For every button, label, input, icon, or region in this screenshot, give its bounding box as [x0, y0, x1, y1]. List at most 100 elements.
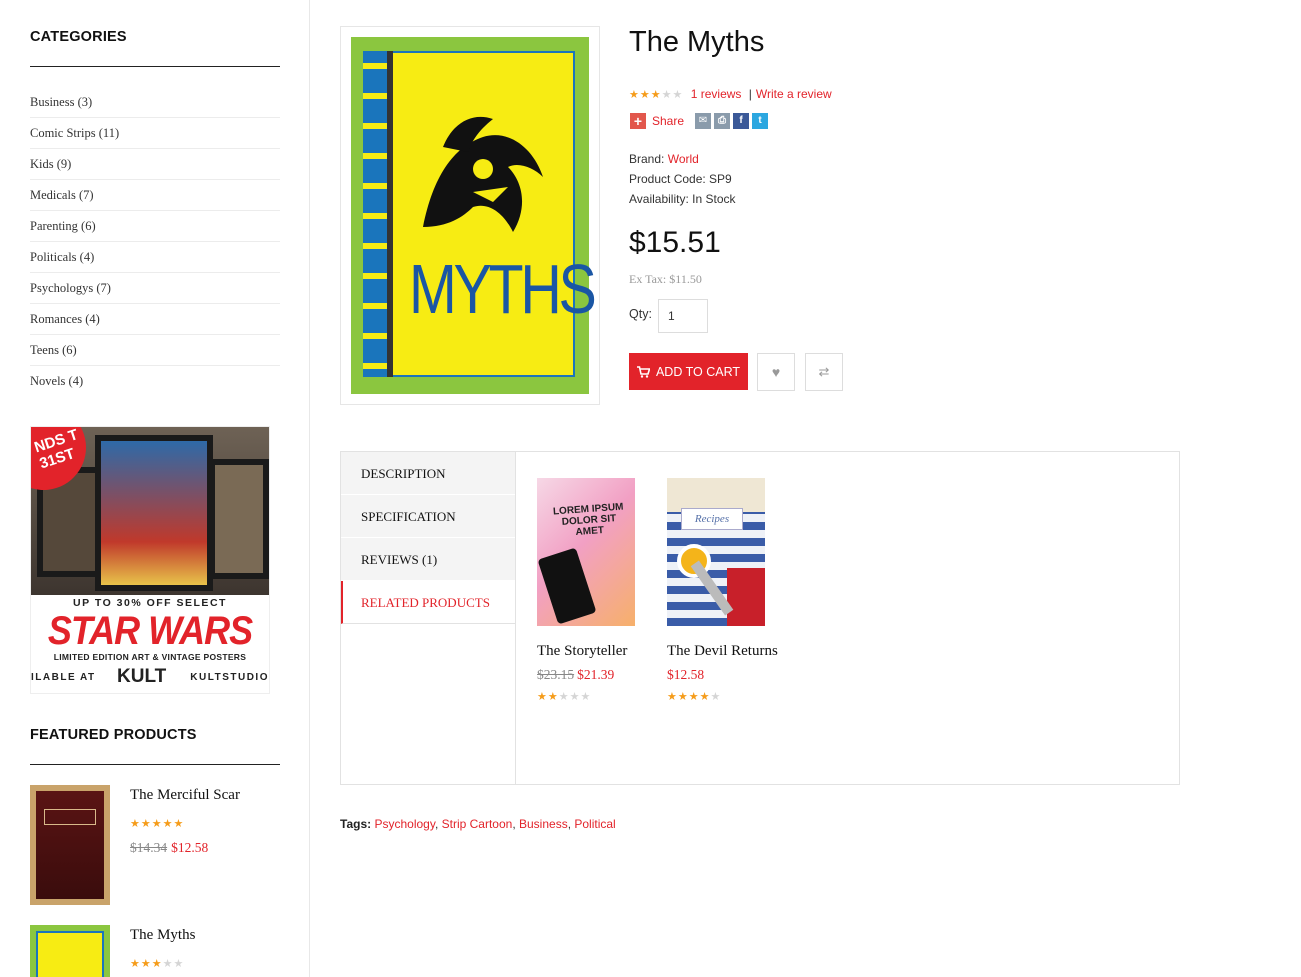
star-filled-icon: ★ [677, 691, 689, 703]
star-empty-icon: ★ [710, 691, 722, 703]
star-filled-icon: ★ [140, 818, 152, 830]
product-image-box[interactable]: MYTHS [340, 26, 600, 405]
star-filled-icon: ★ [130, 818, 141, 830]
featured-name[interactable]: The Myths [130, 927, 195, 944]
qty-input[interactable] [658, 299, 708, 333]
banner-line2: LIMITED EDITION ART & VINTAGE POSTERS [53, 652, 247, 662]
storyteller-cover-text: LOREM IPSUM DOLOR SIT AMET [552, 501, 624, 538]
star-empty-icon: ★ [672, 89, 684, 101]
related-product-price: $23.15 $21.39 [537, 667, 657, 683]
banner-headline: STAR WARS [47, 607, 253, 653]
tags-label: Tags: [340, 817, 372, 831]
qty-label: Qty: [629, 307, 652, 321]
related-product-image[interactable]: LOREM IPSUM DOLOR SIT AMET [537, 478, 635, 626]
category-item-romances[interactable]: Romances (4) [30, 304, 280, 335]
banner-footer-right: KULTSTUDIO [190, 672, 269, 683]
category-item-teens[interactable]: Teens (6) [30, 335, 280, 366]
tags-row: Tags: Psychology, Strip Cartoon, Busines… [340, 817, 616, 831]
add-to-cart-label: ADD TO CART [655, 364, 741, 379]
featured-product: The Merciful Scar ★★★★★ $14.34 $12.58 [30, 785, 280, 905]
share-label[interactable]: Share [652, 114, 684, 128]
add-to-cart-button[interactable]: ADD TO CART [629, 353, 748, 390]
categories-divider [30, 66, 280, 67]
share-plus-icon[interactable]: + [630, 113, 646, 129]
category-item-comic-strips[interactable]: Comic Strips (11) [30, 118, 280, 149]
category-item-kids[interactable]: Kids (9) [30, 149, 280, 180]
product-tabs: DESCRIPTION SPECIFICATION REVIEWS (1) RE… [340, 451, 1180, 785]
write-review-link[interactable]: Write a review [756, 87, 832, 101]
star-filled-icon: ★ [650, 89, 662, 101]
tag-link[interactable]: Psychology [374, 817, 434, 831]
reviews-link[interactable]: 1 reviews [691, 87, 742, 101]
featured-thumb[interactable] [30, 785, 110, 905]
related-product: Recipes The Devil Returns $12.58 ★★★★★ [667, 478, 787, 705]
tag-link[interactable]: Strip Cartoon [442, 817, 513, 831]
featured-thumb[interactable] [30, 925, 110, 977]
star-filled-icon: ★ [173, 818, 185, 830]
email-icon[interactable]: ✉ [695, 113, 712, 129]
featured-product: The Myths ★★★★★ [30, 925, 280, 977]
current-price: $12.58 [667, 667, 705, 682]
cover-title: MYTHS [409, 250, 597, 328]
category-item-novels[interactable]: Novels (4) [30, 366, 280, 397]
category-item-business[interactable]: Business (3) [30, 87, 280, 118]
featured-rating: ★★★★★ [130, 959, 184, 970]
tab-description[interactable]: DESCRIPTION [341, 452, 515, 495]
cart-icon [636, 365, 650, 378]
heart-icon: ♥ [771, 364, 781, 380]
featured-name[interactable]: The Merciful Scar [130, 787, 240, 804]
ex-tax-price: Ex Tax: $11.50 [629, 272, 702, 286]
rating-row: ★★★★★ 1 reviews | Write a review [629, 87, 832, 101]
related-product-name[interactable]: The Storyteller [537, 640, 657, 663]
rating-separator: | [748, 87, 752, 101]
tag-link[interactable]: Business [519, 817, 568, 831]
kult-logo: KULT [117, 666, 167, 687]
brand-line: Brand: World [629, 152, 699, 166]
star-filled-icon: ★ [130, 958, 141, 970]
share-bar: + Share ✉ ⎙ f t [630, 113, 769, 129]
promo-banner[interactable]: NDS T 31ST UP TO 30% OFF SELECT STAR WAR… [30, 426, 270, 694]
tab-related-products[interactable]: RELATED PRODUCTS [341, 581, 515, 624]
devil-cover-text: Recipes [681, 508, 743, 530]
star-filled-icon: ★ [140, 958, 152, 970]
phone-graphic [537, 547, 597, 625]
sidebar: CATEGORIES Business (3) Comic Strips (11… [0, 0, 310, 977]
compare-button[interactable]: ⇄ [805, 353, 843, 391]
related-product-image[interactable]: Recipes [667, 478, 765, 626]
dragon-illustration [423, 116, 543, 232]
category-item-politicals[interactable]: Politicals (4) [30, 242, 280, 273]
print-icon[interactable]: ⎙ [714, 113, 731, 129]
star-filled-icon: ★ [151, 818, 163, 830]
tab-specification[interactable]: SPECIFICATION [341, 495, 515, 538]
star-filled-icon: ★ [547, 691, 559, 703]
related-product: LOREM IPSUM DOLOR SIT AMET The Storytell… [537, 478, 657, 705]
star-filled-icon: ★ [699, 691, 711, 703]
featured-rating: ★★★★★ [130, 819, 184, 830]
facebook-icon[interactable]: f [733, 113, 750, 129]
star-empty-icon: ★ [569, 691, 581, 703]
category-item-psychologys[interactable]: Psychologys (7) [30, 273, 280, 304]
twitter-icon[interactable]: t [752, 113, 769, 129]
categories-heading: CATEGORIES [30, 29, 127, 45]
old-price: $14.34 [130, 840, 168, 855]
current-price: $21.39 [577, 667, 615, 682]
featured-divider [30, 764, 280, 765]
wishlist-button[interactable]: ♥ [757, 353, 795, 391]
related-product-name[interactable]: The Devil Returns [667, 640, 787, 663]
product-price: $15.51 [629, 226, 721, 259]
tab-reviews[interactable]: REVIEWS (1) [341, 538, 515, 581]
star-filled-icon: ★ [162, 818, 174, 830]
category-item-medicals[interactable]: Medicals (7) [30, 180, 280, 211]
availability: Availability: In Stock [629, 192, 736, 206]
product-cover-image: MYTHS [351, 37, 597, 394]
tab-list: DESCRIPTION SPECIFICATION REVIEWS (1) RE… [341, 452, 515, 624]
product-code: Product Code: SP9 [629, 172, 732, 186]
compare-icon: ⇄ [818, 364, 830, 379]
category-item-parenting[interactable]: Parenting (6) [30, 211, 280, 242]
tag-link[interactable]: Political [574, 817, 615, 831]
brand-link[interactable]: World [668, 152, 699, 166]
star-filled-icon: ★ [688, 691, 700, 703]
star-filled-icon: ★ [639, 89, 651, 101]
current-price: $12.58 [171, 840, 209, 855]
star-empty-icon: ★ [162, 958, 174, 970]
